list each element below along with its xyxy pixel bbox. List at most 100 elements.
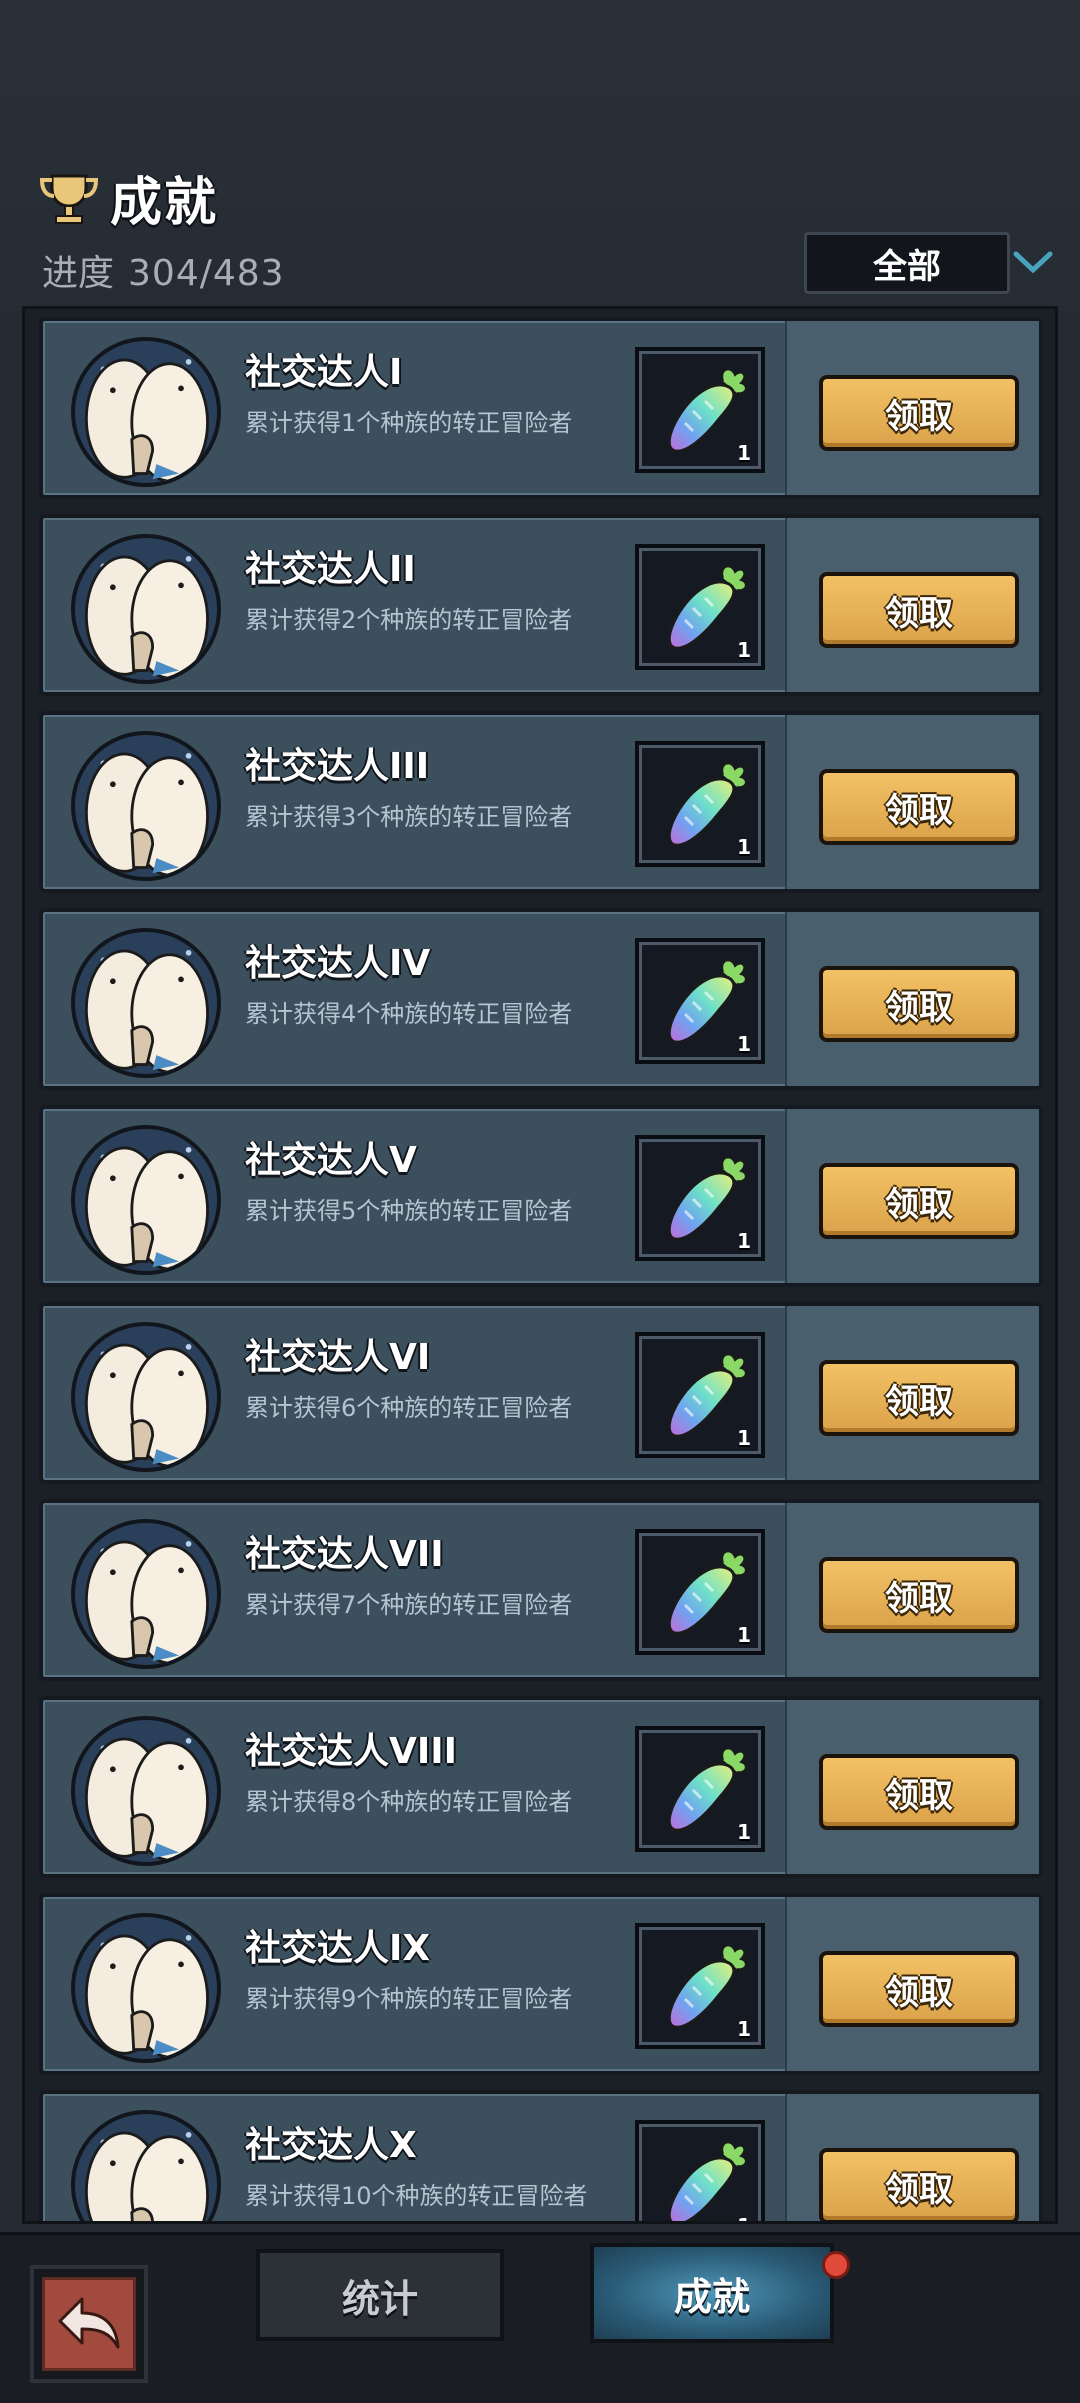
reward-count: 1 xyxy=(737,2214,751,2221)
reward-item[interactable]: 1 xyxy=(635,1529,765,1655)
achievement-card: 社交达人VIII 累计获得8个种族的转正冒险者 1 领取 xyxy=(39,1696,1043,1878)
achievement-list[interactable]: 社交达人I 累计获得1个种族的转正冒险者 1 领取 社交达人II 累计获得2个种… xyxy=(22,306,1058,2224)
achievement-card: 社交达人VII 累计获得7个种族的转正冒险者 1 领取 xyxy=(39,1499,1043,1681)
achievement-title: 社交达人II xyxy=(245,549,416,590)
rainbow-carrot-icon xyxy=(667,2141,747,2221)
achievement-card: 社交达人II 累计获得2个种族的转正冒险者 1 领取 xyxy=(39,514,1043,696)
claim-button[interactable]: 领取 xyxy=(819,966,1019,1042)
reward-item[interactable]: 1 xyxy=(635,2120,765,2221)
reward-item[interactable]: 1 xyxy=(635,1135,765,1261)
progress-label: 进度 xyxy=(42,253,115,294)
return-arrow-icon xyxy=(58,2297,120,2349)
reward-count: 1 xyxy=(737,2017,751,2041)
achievement-card: 社交达人IV 累计获得4个种族的转正冒险者 1 领取 xyxy=(39,908,1043,1090)
claim-button[interactable]: 领取 xyxy=(819,572,1019,648)
rabbit-portrait-icon xyxy=(75,1917,217,2059)
achievement-description: 累计获得3个种族的转正冒险者 xyxy=(245,803,573,831)
rabbit-portrait-icon xyxy=(75,538,217,680)
title-row: 成就 xyxy=(38,160,218,235)
reward-count: 1 xyxy=(737,1426,751,1450)
rabbit-portrait-icon xyxy=(75,1523,217,1665)
achievement-title: 社交达人IV xyxy=(245,943,431,984)
reward-count: 1 xyxy=(737,1623,751,1647)
reward-item[interactable]: 1 xyxy=(635,1332,765,1458)
tab-stats[interactable]: 统计 xyxy=(256,2249,504,2341)
rabbit-portrait-icon xyxy=(75,341,217,483)
reward-item[interactable]: 1 xyxy=(635,1726,765,1852)
achievement-description: 累计获得7个种族的转正冒险者 xyxy=(245,1591,573,1619)
achievement-description: 累计获得5个种族的转正冒险者 xyxy=(245,1197,573,1225)
rabbit-portrait-icon xyxy=(75,1720,217,1862)
reward-count: 1 xyxy=(737,1229,751,1253)
reward-item[interactable]: 1 xyxy=(635,938,765,1064)
trophy-icon xyxy=(39,174,99,224)
achievement-avatar xyxy=(71,1519,221,1669)
achievement-title: 社交达人I xyxy=(245,352,403,393)
achievement-title: 社交达人V xyxy=(245,1140,417,1181)
rabbit-portrait-icon xyxy=(75,1129,217,1271)
notification-badge-icon xyxy=(822,2251,850,2279)
achievement-title: 社交达人VI xyxy=(245,1337,431,1378)
back-button[interactable] xyxy=(30,2265,148,2383)
achievement-avatar xyxy=(71,2110,221,2221)
bottom-bar: 统计 成就 xyxy=(0,2232,1080,2403)
achievement-description: 累计获得9个种族的转正冒险者 xyxy=(245,1985,573,2013)
achievement-card: 社交达人VI 累计获得6个种族的转正冒险者 1 领取 xyxy=(39,1302,1043,1484)
header: 成就 进度 304/483 全部 xyxy=(0,0,1080,310)
achievement-description: 累计获得8个种族的转正冒险者 xyxy=(245,1788,573,1816)
reward-item[interactable]: 1 xyxy=(635,347,765,473)
achievement-card: 社交达人IX 累计获得9个种族的转正冒险者 1 领取 xyxy=(39,1893,1043,2075)
claim-button[interactable]: 领取 xyxy=(819,1163,1019,1239)
progress: 进度 304/483 xyxy=(42,244,285,296)
rabbit-portrait-icon xyxy=(75,735,217,877)
achievement-card: 社交达人I 累计获得1个种族的转正冒险者 1 领取 xyxy=(39,317,1043,499)
achievement-title: 社交达人VII xyxy=(245,1534,444,1575)
reward-count: 1 xyxy=(737,638,751,662)
achievement-avatar xyxy=(71,1322,221,1472)
achievement-description: 累计获得2个种族的转正冒险者 xyxy=(245,606,573,634)
achievement-avatar xyxy=(71,1913,221,2063)
filter-dropdown[interactable]: 全部 xyxy=(804,232,1010,294)
chevron-down-icon[interactable] xyxy=(1012,248,1054,278)
achievement-title: 社交达人VIII xyxy=(245,1731,458,1772)
achievement-card: 社交达人III 累计获得3个种族的转正冒险者 1 领取 xyxy=(39,711,1043,893)
reward-item[interactable]: 1 xyxy=(635,1923,765,2049)
achievement-description: 累计获得1个种族的转正冒险者 xyxy=(245,409,573,437)
reward-count: 1 xyxy=(737,835,751,859)
tab-achievements[interactable]: 成就 xyxy=(590,2243,834,2343)
achievement-card: 社交达人V 累计获得5个种族的转正冒险者 1 领取 xyxy=(39,1105,1043,1287)
claim-button[interactable]: 领取 xyxy=(819,1951,1019,2027)
reward-count: 1 xyxy=(737,441,751,465)
claim-button[interactable]: 领取 xyxy=(819,1360,1019,1436)
achievement-description: 累计获得10个种族的转正冒险者 xyxy=(245,2182,588,2210)
tab-stats-label: 统计 xyxy=(341,2276,418,2321)
reward-item[interactable]: 1 xyxy=(635,544,765,670)
achievement-avatar xyxy=(71,534,221,684)
tab-achievements-label: 成就 xyxy=(673,2274,750,2319)
page-title: 成就 xyxy=(110,173,219,233)
filter-value: 全部 xyxy=(873,246,941,287)
achievement-avatar xyxy=(71,1716,221,1866)
claim-button[interactable]: 领取 xyxy=(819,2148,1019,2221)
reward-item[interactable]: 1 xyxy=(635,741,765,867)
rabbit-portrait-icon xyxy=(75,1326,217,1468)
achievement-avatar xyxy=(71,928,221,1078)
achievement-title: 社交达人IX xyxy=(245,1928,431,1969)
achievement-description: 累计获得4个种族的转正冒险者 xyxy=(245,1000,573,1028)
claim-button[interactable]: 领取 xyxy=(819,769,1019,845)
achievement-title: 社交达人X xyxy=(245,2125,417,2166)
achievement-avatar xyxy=(71,731,221,881)
achievement-description: 累计获得6个种族的转正冒险者 xyxy=(245,1394,573,1422)
claim-button[interactable]: 领取 xyxy=(819,1754,1019,1830)
achievement-avatar xyxy=(71,337,221,487)
reward-count: 1 xyxy=(737,1820,751,1844)
achievement-title: 社交达人III xyxy=(245,746,430,787)
rabbit-portrait-icon xyxy=(75,2114,217,2221)
rabbit-portrait-icon xyxy=(75,932,217,1074)
claim-button[interactable]: 领取 xyxy=(819,1557,1019,1633)
achievement-card: 社交达人X 累计获得10个种族的转正冒险者 1 领取 xyxy=(39,2090,1043,2221)
reward-count: 1 xyxy=(737,1032,751,1056)
achievement-avatar xyxy=(71,1125,221,1275)
claim-button[interactable]: 领取 xyxy=(819,375,1019,451)
progress-value: 304/483 xyxy=(128,253,285,294)
